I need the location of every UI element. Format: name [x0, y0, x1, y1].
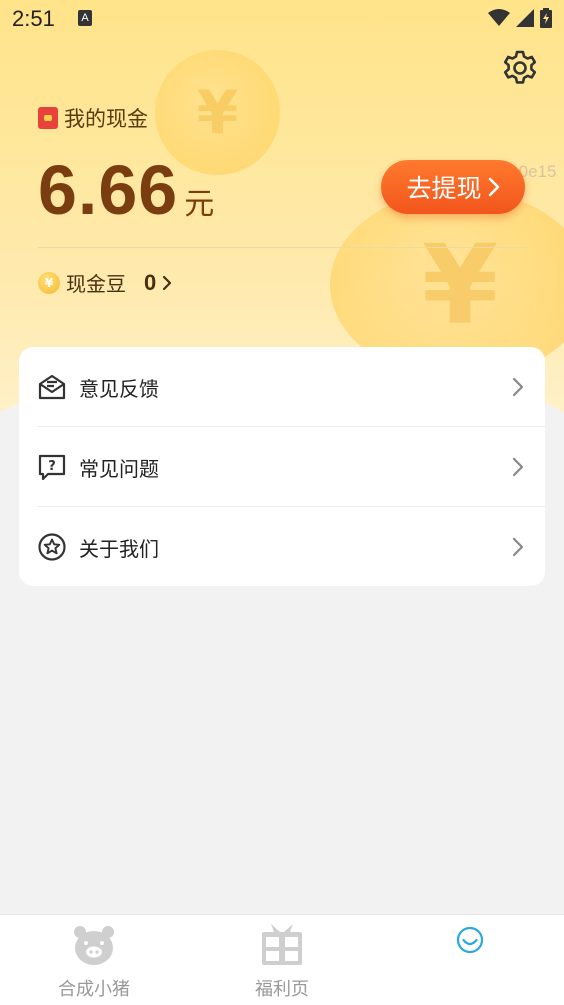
- svg-text:?: ?: [48, 459, 56, 474]
- menu-item-label: 关于我们: [79, 536, 159, 561]
- settings-gear-icon[interactable]: [500, 48, 540, 88]
- my-cash-label: 我的现金: [64, 107, 148, 131]
- gift-icon: [262, 924, 302, 965]
- menu-item-label: 意见反馈: [79, 376, 159, 401]
- smile-icon: [456, 926, 484, 954]
- withdraw-label: 去提现: [406, 174, 482, 203]
- tab-label: 合成小猪: [58, 979, 130, 1000]
- notification-icon: A: [78, 10, 92, 26]
- question-bubble-icon: ?: [38, 454, 66, 481]
- withdraw-button[interactable]: 去提现: [381, 160, 525, 214]
- cash-amount: 6.66 元: [38, 150, 214, 230]
- tab-welfare[interactable]: 福利页: [232, 915, 332, 1005]
- bean-coin-icon: ¥: [38, 271, 60, 294]
- envelope-icon: [38, 374, 66, 400]
- my-cash-label-group: 我的现金: [38, 103, 148, 133]
- menu-item-about[interactable]: 关于我们: [19, 507, 545, 587]
- red-packet-icon: [38, 107, 58, 129]
- signal-icon: [516, 9, 534, 27]
- battery-icon: [540, 8, 552, 28]
- beans-value: 0: [144, 269, 157, 295]
- status-time: 2:51: [12, 6, 55, 31]
- menu-card: 意见反馈 ? 常见问题 关于我们: [19, 347, 545, 586]
- header-divider: [38, 247, 526, 248]
- chevron-right-icon: [163, 275, 172, 290]
- chevron-right-icon: [512, 537, 524, 557]
- cash-amount-value: 6.66: [38, 151, 179, 229]
- menu-item-feedback[interactable]: 意见反馈: [19, 347, 545, 427]
- wifi-icon: [488, 9, 510, 26]
- chevron-right-icon: [512, 377, 524, 397]
- tab-merge-pig[interactable]: 合成小猪: [44, 915, 144, 1005]
- menu-item-faq[interactable]: ? 常见问题: [19, 427, 545, 507]
- tab-label: 福利页: [255, 979, 309, 1000]
- status-bar: 2:51 A: [0, 0, 564, 40]
- chevron-right-icon: [488, 177, 499, 197]
- cash-amount-unit: 元: [184, 187, 215, 222]
- cash-beans-link[interactable]: ¥ 现金豆 0: [38, 268, 172, 297]
- beans-label: 现金豆: [66, 272, 126, 296]
- menu-item-label: 常见问题: [79, 456, 159, 481]
- bottom-tab-bar: 合成小猪 福利页: [0, 914, 564, 1005]
- pig-icon: [74, 926, 114, 965]
- tab-mine[interactable]: [420, 915, 520, 1005]
- chevron-right-icon: [512, 457, 524, 477]
- star-circle-icon: [38, 533, 66, 561]
